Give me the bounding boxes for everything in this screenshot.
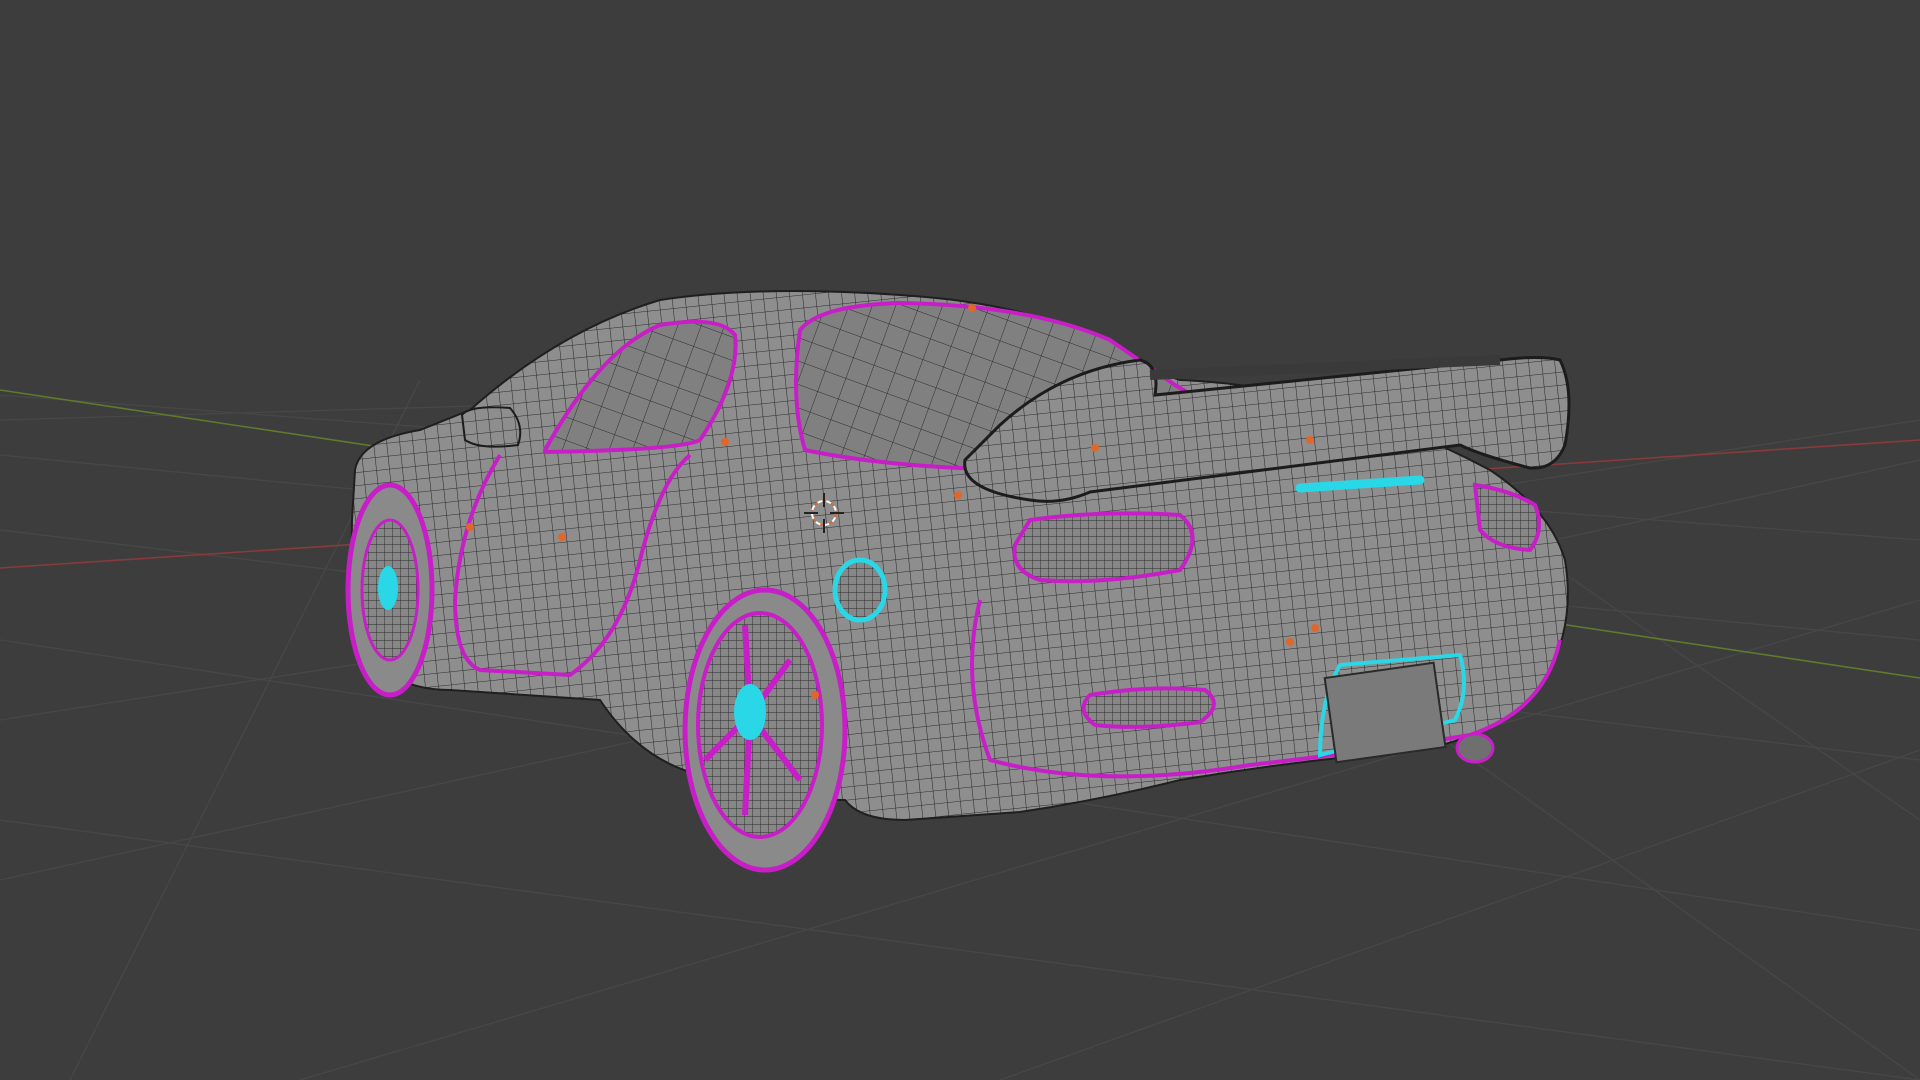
viewport-scene — [0, 290, 1920, 1080]
exhaust-pipe[interactable] — [1455, 732, 1495, 764]
license-plate[interactable] — [1323, 661, 1447, 764]
3d-viewport[interactable] — [0, 0, 1920, 1080]
fuel-cap[interactable] — [832, 557, 888, 623]
bumper-reflector[interactable] — [1081, 686, 1216, 729]
rear-wheel[interactable] — [682, 587, 848, 873]
front-hub — [378, 566, 398, 610]
rear-hub — [734, 684, 766, 740]
side-mirror[interactable] — [460, 406, 522, 448]
front-wheel[interactable] — [345, 482, 435, 698]
left-taillight[interactable] — [1012, 511, 1195, 584]
car-mesh[interactable] — [345, 290, 1571, 873]
